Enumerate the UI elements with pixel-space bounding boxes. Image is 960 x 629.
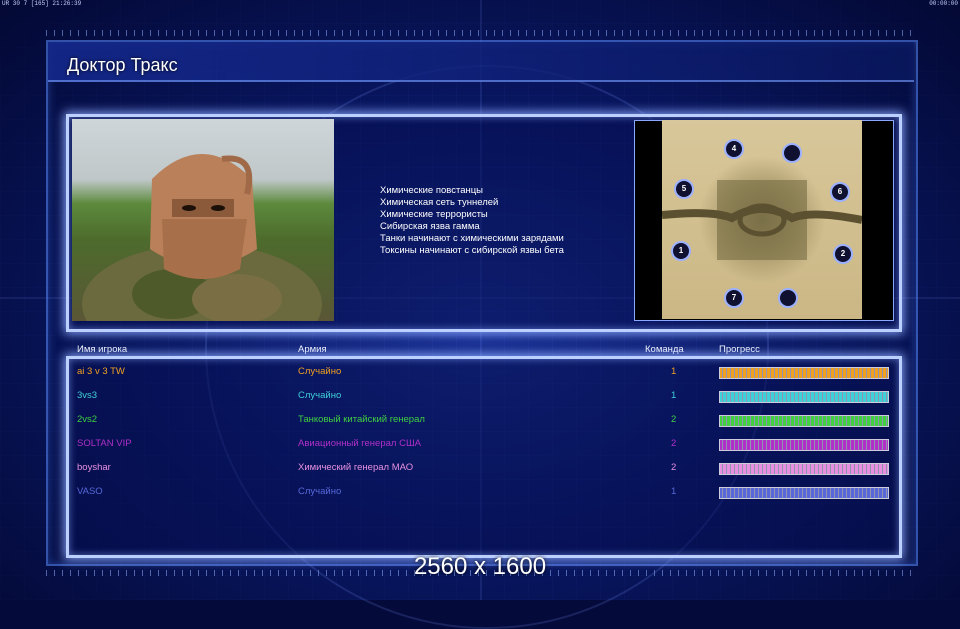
player-army: Случайно <box>298 366 342 377</box>
player-name: VASO <box>77 486 103 497</box>
map-title: Доктор Тракс <box>67 55 178 75</box>
player-team: 1 <box>671 486 677 497</box>
player-progress-fill <box>720 416 888 426</box>
briefing-list: Химические повстанцы Химическая сеть тун… <box>380 185 620 257</box>
start-position-empty[interactable] <box>778 288 798 308</box>
player-progress-bar <box>719 367 889 379</box>
general-portrait <box>72 119 334 321</box>
player-name: SOLTAN VIP <box>77 438 132 449</box>
briefing-line: Сибирская язва гамма <box>380 221 480 232</box>
start-position-7[interactable]: 7 <box>724 288 744 308</box>
header-progress: Прогресс <box>719 344 760 355</box>
player-army: Случайно <box>298 390 342 401</box>
start-position-4[interactable]: 4 <box>724 139 744 159</box>
briefing-line: Токсины начинают с сибирской язвы бета <box>380 245 564 256</box>
player-army: Случайно <box>298 486 342 497</box>
player-row: boyshar Химический генерал МАО 2 <box>0 462 960 478</box>
player-army: Авиационный генерал США <box>298 438 421 449</box>
player-progress-fill <box>720 440 888 450</box>
player-row: 2vs2 Танковый китайский генерал 2 <box>0 414 960 430</box>
player-row: VASO Случайно 1 <box>0 486 960 502</box>
player-row: SOLTAN VIP Авиационный генерал США 2 <box>0 438 960 454</box>
status-left: UR 30 7 [165] 21:26:39 <box>2 0 82 7</box>
player-army: Танковый китайский генерал <box>298 414 425 425</box>
player-progress-fill <box>720 392 888 402</box>
player-name: ai 3 v 3 TW <box>77 366 125 377</box>
start-position-6[interactable]: 6 <box>830 182 850 202</box>
player-row: 3vs3 Случайно 1 <box>0 390 960 406</box>
player-progress-bar <box>719 487 889 499</box>
start-position-2[interactable]: 2 <box>833 244 853 264</box>
player-team: 2 <box>671 438 677 449</box>
minimap: 4 5 6 1 2 7 <box>662 120 862 319</box>
player-name: boyshar <box>77 462 111 473</box>
start-position-empty[interactable] <box>782 143 802 163</box>
player-army: Химический генерал МАО <box>298 462 414 473</box>
player-team: 2 <box>671 414 677 425</box>
player-name: 3vs3 <box>77 390 98 401</box>
players-panel <box>66 356 902 558</box>
briefing-line: Танки начинают с химическими зарядами <box>380 233 564 244</box>
player-progress-bar <box>719 439 889 451</box>
briefing-line: Химическая сеть туннелей <box>380 197 499 208</box>
status-clock: 00:00:00 <box>929 0 958 7</box>
player-progress-bar <box>719 415 889 427</box>
player-team: 1 <box>671 390 677 401</box>
briefing-line: Химические повстанцы <box>380 185 484 196</box>
player-name: 2vs2 <box>77 414 98 425</box>
header-player-name: Имя игрока <box>77 344 128 355</box>
header-team: Команда <box>645 344 684 355</box>
briefing-line: Химические террористы <box>380 209 488 220</box>
start-position-1[interactable]: 1 <box>671 241 691 261</box>
ruler-top <box>46 30 914 36</box>
player-team: 1 <box>671 366 677 377</box>
player-row: ai 3 v 3 TW Случайно 1 <box>0 366 960 382</box>
header-army: Армия <box>298 344 327 355</box>
player-progress-fill <box>720 368 888 378</box>
player-progress-fill <box>720 464 888 474</box>
player-team: 2 <box>671 462 677 473</box>
player-progress-fill <box>720 488 888 498</box>
player-progress-bar <box>719 391 889 403</box>
resolution-caption: 2560 x 1600 <box>413 553 547 580</box>
status-bar: UR 30 7 [165] 21:26:39 00:00:00 <box>0 0 960 8</box>
start-position-5[interactable]: 5 <box>674 179 694 199</box>
player-progress-bar <box>719 463 889 475</box>
